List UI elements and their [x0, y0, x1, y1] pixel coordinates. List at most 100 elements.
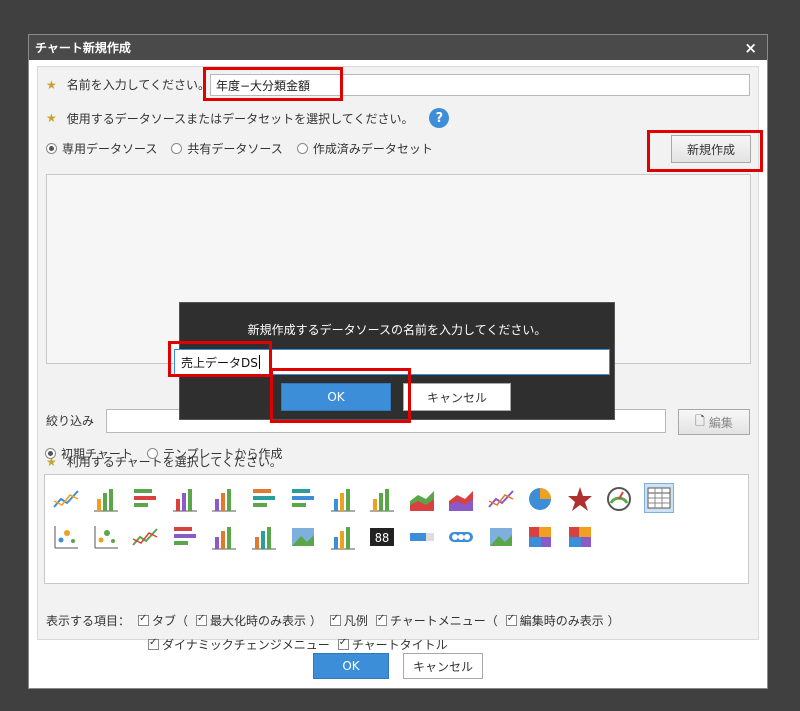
- name-row: ★ 名前を入力してください。: [46, 76, 210, 93]
- gauge-icon[interactable]: [604, 483, 634, 513]
- dialog-title: チャート新規作成: [35, 41, 131, 55]
- checkbox-icon: [148, 637, 159, 650]
- help-icon[interactable]: ?: [429, 108, 450, 128]
- radio-icon: [46, 143, 57, 154]
- radar-chart-icon[interactable]: [565, 483, 595, 513]
- checkbox-icon: [138, 613, 150, 626]
- table-icon[interactable]: [643, 483, 674, 513]
- area-chart-icon[interactable]: [407, 483, 437, 513]
- option-label: チャートタイトル: [351, 638, 448, 652]
- radio-label: 初期チャート: [61, 447, 133, 461]
- option-chart-menu[interactable]: チャートメニュー（: [375, 612, 498, 629]
- pie-chart-icon[interactable]: [525, 483, 555, 513]
- popup-ok-button[interactable]: OK: [281, 383, 391, 411]
- radio-icon: [296, 143, 308, 154]
- candlestick-icon[interactable]: [249, 521, 279, 551]
- step-bar-icon[interactable]: [130, 521, 160, 551]
- cancel-button[interactable]: キャンセル: [403, 653, 483, 679]
- combo-chart-icon[interactable]: [328, 483, 358, 513]
- edit-label: 編集: [708, 415, 733, 430]
- option-label: チャートメニュー（: [389, 614, 498, 628]
- error-bar-icon[interactable]: [209, 521, 239, 551]
- radio-initial-chart[interactable]: 初期チャート: [45, 445, 133, 462]
- treemap-icon[interactable]: [565, 521, 595, 551]
- chart-icon-grid: 88: [44, 474, 749, 584]
- option-legend[interactable]: 凡例: [329, 612, 368, 629]
- datasource-name-input[interactable]: 売上データDS: [174, 349, 610, 375]
- checkbox-icon: [375, 613, 387, 626]
- name-label: 名前を入力してください。: [66, 78, 211, 92]
- datasource-name-popup: 新規作成するデータソースの名前を入力してください。 売上データDS OK キャン…: [174, 302, 615, 420]
- pareto-icon[interactable]: [328, 521, 358, 551]
- radio-icon: [171, 143, 183, 154]
- svg-text:88: 88: [375, 531, 389, 545]
- radio-dedicated-source[interactable]: 専用データソース: [46, 140, 157, 157]
- source-radio-group: 専用データソース 共有データソース 作成済みデータセット: [46, 140, 447, 157]
- option-label: ダイナミックチェンジメニュー: [162, 638, 330, 652]
- bubble-icon[interactable]: [91, 521, 121, 551]
- dialog-titlebar: チャート新規作成 ×: [29, 35, 767, 60]
- line-chart-icon[interactable]: [51, 483, 81, 513]
- new-create-button[interactable]: 新規作成: [671, 135, 751, 163]
- popup-prompt: 新規作成するデータソースの名前を入力してください。: [247, 323, 547, 337]
- heatmap-icon[interactable]: [525, 521, 555, 551]
- stacked-bar-icon[interactable]: [209, 483, 239, 513]
- percent-horizontal-icon[interactable]: [288, 483, 318, 513]
- radio-icon: [45, 448, 56, 459]
- display-options-row2: ダイナミックチェンジメニュー チャートタイトル: [148, 636, 456, 653]
- traffic-light-icon[interactable]: [446, 521, 476, 551]
- filter-label: 絞り込み: [46, 412, 94, 429]
- ok-button[interactable]: OK: [313, 653, 389, 679]
- option-tab[interactable]: タブ（: [138, 612, 188, 629]
- scatter-icon[interactable]: [51, 521, 81, 551]
- bar-chart-icon[interactable]: [91, 483, 121, 513]
- stacked-area-icon[interactable]: [446, 483, 476, 513]
- picture-icon[interactable]: [486, 521, 516, 551]
- popup-cancel-button[interactable]: キャンセル: [403, 383, 511, 411]
- radio-label: 専用データソース: [62, 142, 158, 156]
- display-options-row1: 表示する項目： タブ（ 最大化時のみ表示 ） 凡例 チャートメニュー（ 編集時の…: [46, 612, 628, 629]
- name-input[interactable]: 年度−大分類金額: [210, 74, 750, 96]
- digital-number-icon[interactable]: 88: [367, 521, 397, 551]
- horizontal-bar-icon[interactable]: [130, 483, 160, 513]
- checkbox-icon: [505, 613, 517, 626]
- edit-icon: 🗋: [695, 413, 705, 428]
- stacked-horizontal-icon[interactable]: [249, 483, 279, 513]
- checkbox-icon: [196, 613, 208, 626]
- radio-icon: [146, 448, 158, 459]
- text-cursor: [258, 355, 260, 369]
- combo-chart-2-icon[interactable]: [367, 483, 397, 513]
- popup-input-value: 売上データDS: [181, 355, 258, 370]
- radio-shared-source[interactable]: 共有データソース: [171, 140, 283, 157]
- option-tab-maximize-only[interactable]: 最大化時のみ表示 ）: [196, 612, 322, 629]
- radio-label: 作成済みデータセット: [312, 142, 433, 156]
- filter-label-text: 絞り込み: [46, 414, 95, 428]
- option-label: タブ（: [152, 614, 189, 628]
- step-line-icon[interactable]: [486, 483, 516, 513]
- star-icon: ★: [46, 111, 57, 125]
- radio-label: テンプレートから作成: [162, 447, 283, 461]
- source-row: ★ 使用するデータソースまたはデータセットを選択してください。 ?: [46, 108, 450, 128]
- radio-existing-dataset[interactable]: 作成済みデータセット: [296, 140, 433, 157]
- source-label: 使用するデータソースまたはデータセットを選択してください。: [66, 111, 414, 126]
- chart-type-radio-group: 初期チャート テンプレートから作成: [45, 445, 297, 462]
- progress-bar-icon[interactable]: [407, 521, 437, 551]
- radio-label: 共有データソース: [187, 142, 283, 156]
- image-chart-icon[interactable]: [288, 521, 318, 551]
- close-icon[interactable]: ×: [744, 39, 757, 57]
- option-dynamic-change-menu[interactable]: ダイナミックチェンジメニュー: [148, 636, 330, 653]
- option-menu-edit-only[interactable]: 編集時のみ表示 ）: [505, 612, 620, 629]
- star-icon: ★: [46, 77, 57, 92]
- checkbox-icon: [329, 613, 341, 626]
- display-label: 表示する項目：: [46, 614, 131, 628]
- grouped-bar-icon[interactable]: [170, 483, 200, 513]
- name-value: 年度−大分類金額: [216, 78, 311, 93]
- option-label: 凡例: [343, 614, 368, 628]
- option-chart-title[interactable]: チャートタイトル: [337, 636, 448, 653]
- option-label: 最大化時のみ表示 ）: [210, 614, 322, 628]
- radio-from-template[interactable]: テンプレートから作成: [146, 445, 283, 462]
- diverging-bar-icon[interactable]: [170, 521, 200, 551]
- option-label: 編集時のみ表示 ）: [519, 614, 620, 628]
- edit-button[interactable]: 🗋 編集: [678, 409, 750, 435]
- checkbox-icon: [337, 637, 349, 650]
